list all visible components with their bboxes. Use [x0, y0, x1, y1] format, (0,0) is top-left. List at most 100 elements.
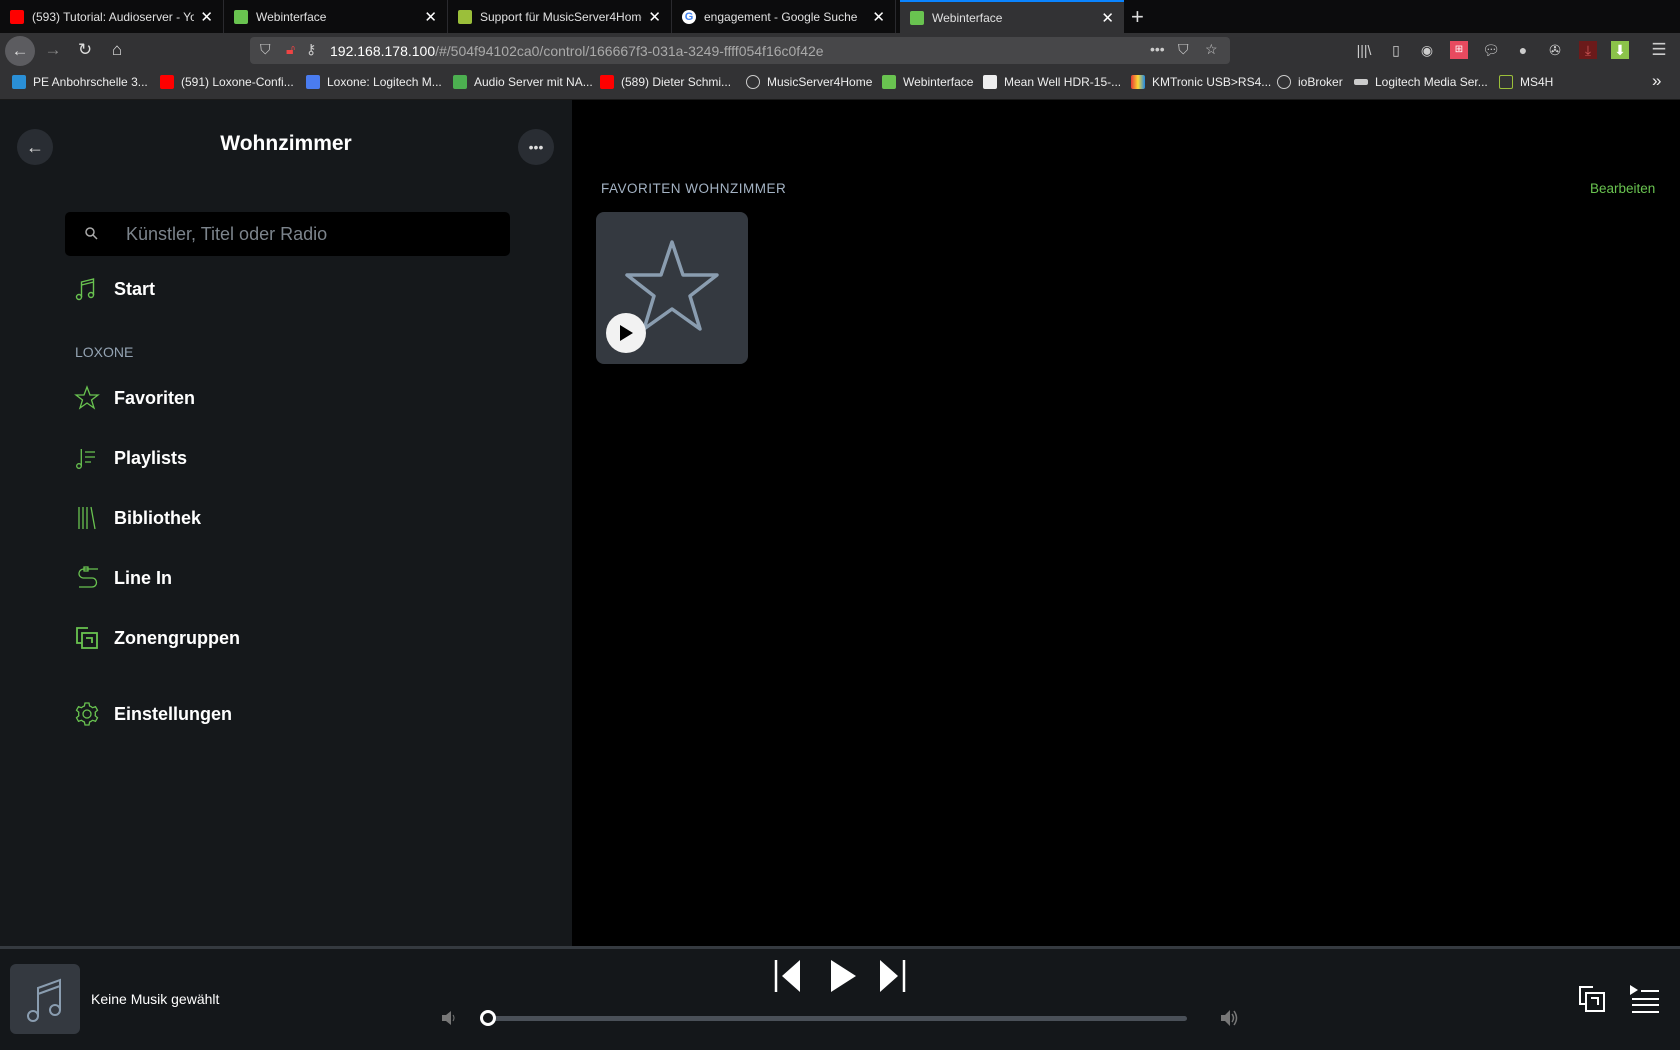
bookmark-icon [983, 75, 997, 89]
star-icon [74, 385, 100, 410]
loxone-icon [882, 75, 896, 89]
now-playing-text: Keine Musik gewählt [91, 991, 220, 1007]
queue-icon[interactable] [1628, 984, 1660, 1014]
section-label: LOXONE [75, 344, 134, 360]
download-green-icon[interactable]: ⬇ [1611, 41, 1629, 59]
key-icon[interactable]: ⚷ [306, 41, 316, 58]
bookmark[interactable]: ioBroker [1277, 75, 1343, 89]
close-tab-icon[interactable]: ✕ [1101, 9, 1114, 27]
search-icon [85, 227, 98, 240]
reload-button[interactable]: ↻ [72, 37, 98, 63]
sidebar-item-bibliothek[interactable]: Bibliothek [74, 500, 201, 536]
bookmark[interactable]: (591) Loxone-Confi... [160, 75, 294, 89]
sidebar-item-einstellungen[interactable]: Einstellungen [74, 696, 232, 732]
home-button[interactable]: ⌂ [104, 37, 130, 63]
nav-bar: ← → ↻ ⌂ ⛉ 🔓︎ ⚷ 192.168.178.100/#/504f941… [0, 33, 1680, 67]
play-favorite-button[interactable] [606, 313, 646, 353]
volume-slider[interactable] [488, 1016, 1187, 1021]
bookmark-icon [1499, 75, 1513, 89]
sidebar-item-zonengruppen[interactable]: Zonengruppen [74, 620, 240, 656]
favorites-heading: FAVORITEN WOHNZIMMER [601, 181, 787, 196]
bookmark[interactable]: Webinterface [882, 75, 973, 89]
more-dots-icon: ••• [528, 139, 544, 155]
tab-youtube[interactable]: (593) Tutorial: Audioserver - YouTube✕ [0, 0, 224, 33]
zone-group-icon[interactable] [1577, 984, 1607, 1014]
bookmark-star-icon[interactable]: ☆ [1205, 41, 1218, 58]
tab-support[interactable]: Support für MusicServer4Home ✕ [448, 0, 672, 33]
close-tab-icon[interactable]: ✕ [872, 8, 885, 26]
close-tab-icon[interactable]: ✕ [200, 8, 213, 26]
volume-slider-handle[interactable] [480, 1010, 496, 1026]
bookmark[interactable]: KMTronic USB>RS4... [1131, 75, 1271, 89]
sidebar-item-line-in[interactable]: Line In [74, 560, 172, 596]
volume-low-icon[interactable] [440, 1009, 458, 1027]
sidebar-item-favoriten[interactable]: Favoriten [74, 380, 195, 416]
loxone-icon [234, 9, 248, 24]
bookmark[interactable]: MS4H [1499, 75, 1553, 89]
next-button[interactable] [877, 958, 907, 994]
playlist-icon [76, 449, 95, 469]
edit-link[interactable]: Bearbeiten [1590, 181, 1655, 196]
molecule-extension-icon[interactable]: ● [1514, 41, 1532, 59]
gear-icon [75, 702, 99, 726]
more-bookmarks-icon[interactable]: » [1652, 71, 1661, 91]
album-art [10, 964, 80, 1034]
search-input[interactable] [126, 223, 496, 245]
play-button[interactable] [828, 958, 858, 994]
bookmark-icon [1131, 75, 1145, 89]
close-tab-icon[interactable]: ✕ [424, 8, 437, 26]
bookmark[interactable]: PE Anbohrschelle 3... [12, 75, 148, 89]
film-extension-icon[interactable]: ✇ [1546, 41, 1564, 59]
back-button[interactable]: ← [5, 36, 35, 66]
more-button[interactable]: ••• [518, 129, 554, 165]
extension-icon[interactable]: ⊞ [1450, 41, 1468, 59]
close-tab-icon[interactable]: ✕ [648, 8, 661, 26]
pocket-icon[interactable]: ⛉ [1178, 41, 1189, 58]
new-tab-button[interactable]: + [1131, 4, 1144, 30]
more-actions-icon[interactable]: ••• [1150, 41, 1165, 57]
bookmark-icon [12, 75, 26, 89]
globe-icon [746, 75, 760, 89]
insecure-lock-icon[interactable]: 🔓︎ [286, 41, 295, 58]
zone-group-icon [76, 627, 98, 649]
room-title: Wohnzimmer [220, 132, 352, 155]
docs-icon [306, 75, 320, 89]
url-bar[interactable]: ⛉ 🔓︎ ⚷ 192.168.178.100/#/504f94102ca0/co… [250, 37, 1230, 64]
download-extension-icon[interactable]: ⤓ [1579, 41, 1597, 59]
youtube-icon [600, 75, 614, 89]
library-icon [78, 506, 96, 530]
forward-button[interactable]: → [40, 37, 66, 63]
bookmark-icon [1354, 79, 1368, 85]
bookmark[interactable]: Loxone: Logitech M... [306, 75, 442, 89]
youtube-icon [10, 9, 24, 24]
loxone-icon [910, 10, 924, 25]
bookmark-icon [453, 75, 467, 89]
sidebar-icon[interactable]: ▯ [1387, 41, 1405, 59]
shield-icon[interactable]: ⛉ [260, 41, 271, 58]
music-note-icon [75, 278, 95, 301]
bookmark[interactable]: (589) Dieter Schmi... [600, 75, 731, 89]
tab-webinterface[interactable]: Webinterface ✕ [224, 0, 448, 33]
google-icon: G [682, 9, 696, 24]
account-icon[interactable]: ◉ [1418, 41, 1436, 59]
chat-extension-icon[interactable]: 💬︎ [1482, 41, 1500, 59]
tab-bar: (593) Tutorial: Audioserver - YouTube✕ W… [0, 0, 1680, 33]
cable-icon [78, 566, 98, 588]
previous-button[interactable] [773, 958, 803, 994]
globe-icon [1277, 75, 1291, 89]
search-field[interactable] [65, 212, 510, 256]
tab-google[interactable]: Gengagement - Google Suche ✕ [672, 0, 896, 33]
bookmark[interactable]: Logitech Media Ser... [1354, 75, 1488, 89]
bookmark[interactable]: Mean Well HDR-15-... [983, 75, 1121, 89]
volume-high-icon[interactable] [1219, 1008, 1241, 1028]
sidebar-item-playlists[interactable]: Playlists [74, 440, 187, 476]
menu-icon[interactable]: ☰ [1650, 41, 1668, 59]
bookmarks-bar: PE Anbohrschelle 3... (591) Loxone-Confi… [0, 67, 1680, 100]
tab-webinterface-active[interactable]: Webinterface ✕ [900, 0, 1124, 33]
bookmark[interactable]: MusicServer4Home [746, 75, 872, 89]
bookmark[interactable]: Audio Server mit NA... [453, 75, 593, 89]
library-icon[interactable]: |||\ [1355, 41, 1373, 59]
sidebar-item-start[interactable]: Start [74, 271, 155, 307]
music-note-icon [27, 978, 61, 1022]
youtube-icon [160, 75, 174, 89]
